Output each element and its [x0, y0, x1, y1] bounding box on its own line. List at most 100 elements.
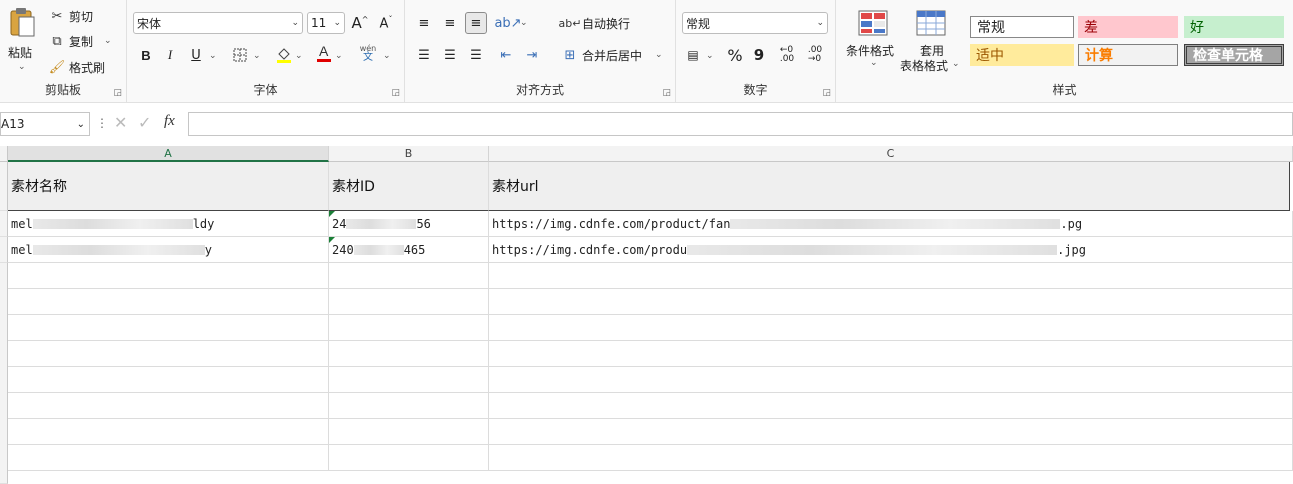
row-header[interactable] [0, 162, 8, 211]
align-center-button[interactable]: ☰ [439, 44, 461, 66]
empty-cell[interactable] [329, 263, 489, 289]
select-all-corner[interactable] [0, 146, 8, 162]
font-launcher-icon[interactable]: ◲ [391, 88, 400, 98]
paste-dropdown-icon[interactable]: ⌄ [18, 62, 26, 72]
empty-cell[interactable] [8, 419, 329, 445]
merge-dropdown-icon[interactable]: ⌄ [655, 50, 663, 60]
column-header-c[interactable]: C [489, 146, 1293, 162]
format-painter-button[interactable]: 🖌 格式刷 [48, 57, 105, 77]
clipboard-launcher-icon[interactable]: ◲ [113, 88, 122, 98]
table-row-cell[interactable]: mel ldy [8, 211, 329, 237]
number-launcher-icon[interactable]: ◲ [822, 88, 831, 98]
empty-cell[interactable] [489, 393, 1293, 419]
name-box[interactable]: A13 ⌄ [0, 112, 90, 136]
empty-cell[interactable] [489, 263, 1293, 289]
empty-cell[interactable] [8, 367, 329, 393]
style-good[interactable]: 好 [1184, 16, 1284, 38]
wrap-text-button[interactable]: ab↵ 自动换行 [559, 13, 630, 33]
font-name-combobox[interactable]: 宋体 ⌄ [133, 12, 303, 34]
fill-color-button[interactable] [273, 44, 295, 66]
conditional-format-button[interactable]: 条件格式 ⌄ [842, 8, 904, 70]
cut-button[interactable]: ✂ 剪切 [48, 6, 93, 26]
number-format-combobox[interactable]: 常规 ⌄ [682, 12, 828, 34]
empty-cell[interactable] [8, 341, 329, 367]
font-color-button[interactable]: A [313, 42, 335, 64]
decrease-indent-button[interactable]: ⇤ [495, 44, 517, 66]
accounting-dropdown-icon[interactable]: ⌄ [706, 51, 714, 61]
empty-cell[interactable] [8, 289, 329, 315]
style-check-cell[interactable]: 检查单元格 [1184, 44, 1284, 66]
cancel-icon[interactable]: ✕ [114, 113, 127, 132]
borders-button[interactable] [229, 44, 251, 66]
empty-cell[interactable] [489, 315, 1293, 341]
alignment-launcher-icon[interactable]: ◲ [662, 88, 671, 98]
table-row-cell[interactable]: https://img.cdnfe.com/produ. jpg [489, 237, 1293, 263]
increase-indent-button[interactable]: ⇥ [521, 44, 543, 66]
column-header-b[interactable]: B [329, 146, 489, 162]
borders-dropdown-icon[interactable]: ⌄ [253, 51, 261, 61]
align-middle-button[interactable]: ≡ [439, 12, 461, 34]
table-row-cell[interactable]: 240 465 [329, 237, 489, 263]
empty-cell[interactable] [8, 445, 329, 471]
orientation-dropdown-icon[interactable]: ⌄ [520, 18, 528, 28]
empty-cell[interactable] [329, 419, 489, 445]
align-top-button[interactable]: ≡ [413, 12, 435, 34]
empty-cell[interactable] [329, 315, 489, 341]
conditional-format-dropdown-icon[interactable]: ⌄ [870, 58, 878, 68]
style-normal[interactable]: 常规 [970, 16, 1074, 38]
empty-cell[interactable] [489, 419, 1293, 445]
copy-dropdown-icon[interactable]: ⌄ [104, 36, 112, 46]
row-header[interactable] [0, 211, 8, 237]
comma-style-button[interactable]: 9 [748, 44, 770, 66]
empty-cell[interactable] [329, 367, 489, 393]
empty-cell[interactable] [489, 341, 1293, 367]
more-options-icon[interactable]: ⋮ [96, 116, 108, 130]
formula-input[interactable] [188, 112, 1293, 136]
shrink-font-button[interactable]: Aˇ [375, 12, 397, 34]
style-bad[interactable]: 差 [1078, 16, 1178, 38]
row-header[interactable] [0, 237, 8, 263]
bold-button[interactable]: B [135, 44, 157, 66]
percent-button[interactable]: % [724, 44, 746, 66]
table-row-cell[interactable]: 24 56 [329, 211, 489, 237]
header-cell-material-url[interactable]: 素材url [489, 162, 1290, 211]
align-left-button[interactable]: ☰ [413, 44, 435, 66]
format-as-table-button[interactable]: 套用 表格格式 ⌄ [900, 8, 964, 73]
orientation-button[interactable]: ab↗ [494, 12, 521, 34]
empty-cell[interactable] [329, 445, 489, 471]
font-color-dropdown-icon[interactable]: ⌄ [335, 51, 343, 61]
grow-font-button[interactable]: A^ [349, 12, 371, 34]
empty-cell[interactable] [489, 289, 1293, 315]
table-row-cell[interactable]: https://img.cdnfe.com/product/fan. pg [489, 211, 1293, 237]
style-neutral[interactable]: 适中 [970, 44, 1074, 66]
align-bottom-button[interactable]: ≡ [465, 12, 487, 34]
enter-icon[interactable]: ✓ [138, 113, 151, 132]
table-format-dropdown-icon[interactable]: ⌄ [952, 59, 960, 69]
fill-color-dropdown-icon[interactable]: ⌄ [295, 51, 303, 61]
empty-cell[interactable] [8, 393, 329, 419]
empty-cell[interactable] [329, 393, 489, 419]
empty-cell[interactable] [8, 315, 329, 341]
increase-decimal-button[interactable]: ←0.00 [776, 44, 798, 66]
style-calculation[interactable]: 计算 [1078, 44, 1178, 66]
table-row-cell[interactable]: mel y [8, 237, 329, 263]
underline-button[interactable]: U [185, 44, 207, 66]
empty-cell[interactable] [329, 289, 489, 315]
merge-center-button[interactable]: ⊞ 合并后居中 ⌄ [561, 45, 663, 65]
header-cell-material-name[interactable]: 素材名称 [8, 162, 329, 211]
copy-button[interactable]: ⧉ 复制 ⌄ [48, 31, 112, 51]
align-right-button[interactable]: ☰ [465, 44, 487, 66]
insert-function-icon[interactable]: fx [164, 113, 175, 130]
phonetic-button[interactable]: wén 文 [357, 42, 379, 64]
empty-cell[interactable] [8, 263, 329, 289]
empty-cell[interactable] [329, 341, 489, 367]
paste-button[interactable]: 粘贴 ⌄ [6, 6, 38, 76]
column-header-a[interactable]: A [8, 146, 329, 162]
header-cell-material-id[interactable]: 素材ID [329, 162, 489, 211]
underline-dropdown-icon[interactable]: ⌄ [209, 51, 217, 61]
empty-cell[interactable] [489, 367, 1293, 393]
font-size-combobox[interactable]: 11 ⌄ [307, 12, 345, 34]
phonetic-dropdown-icon[interactable]: ⌄ [383, 51, 391, 61]
row-header[interactable] [0, 263, 8, 484]
empty-cell[interactable] [489, 445, 1293, 471]
